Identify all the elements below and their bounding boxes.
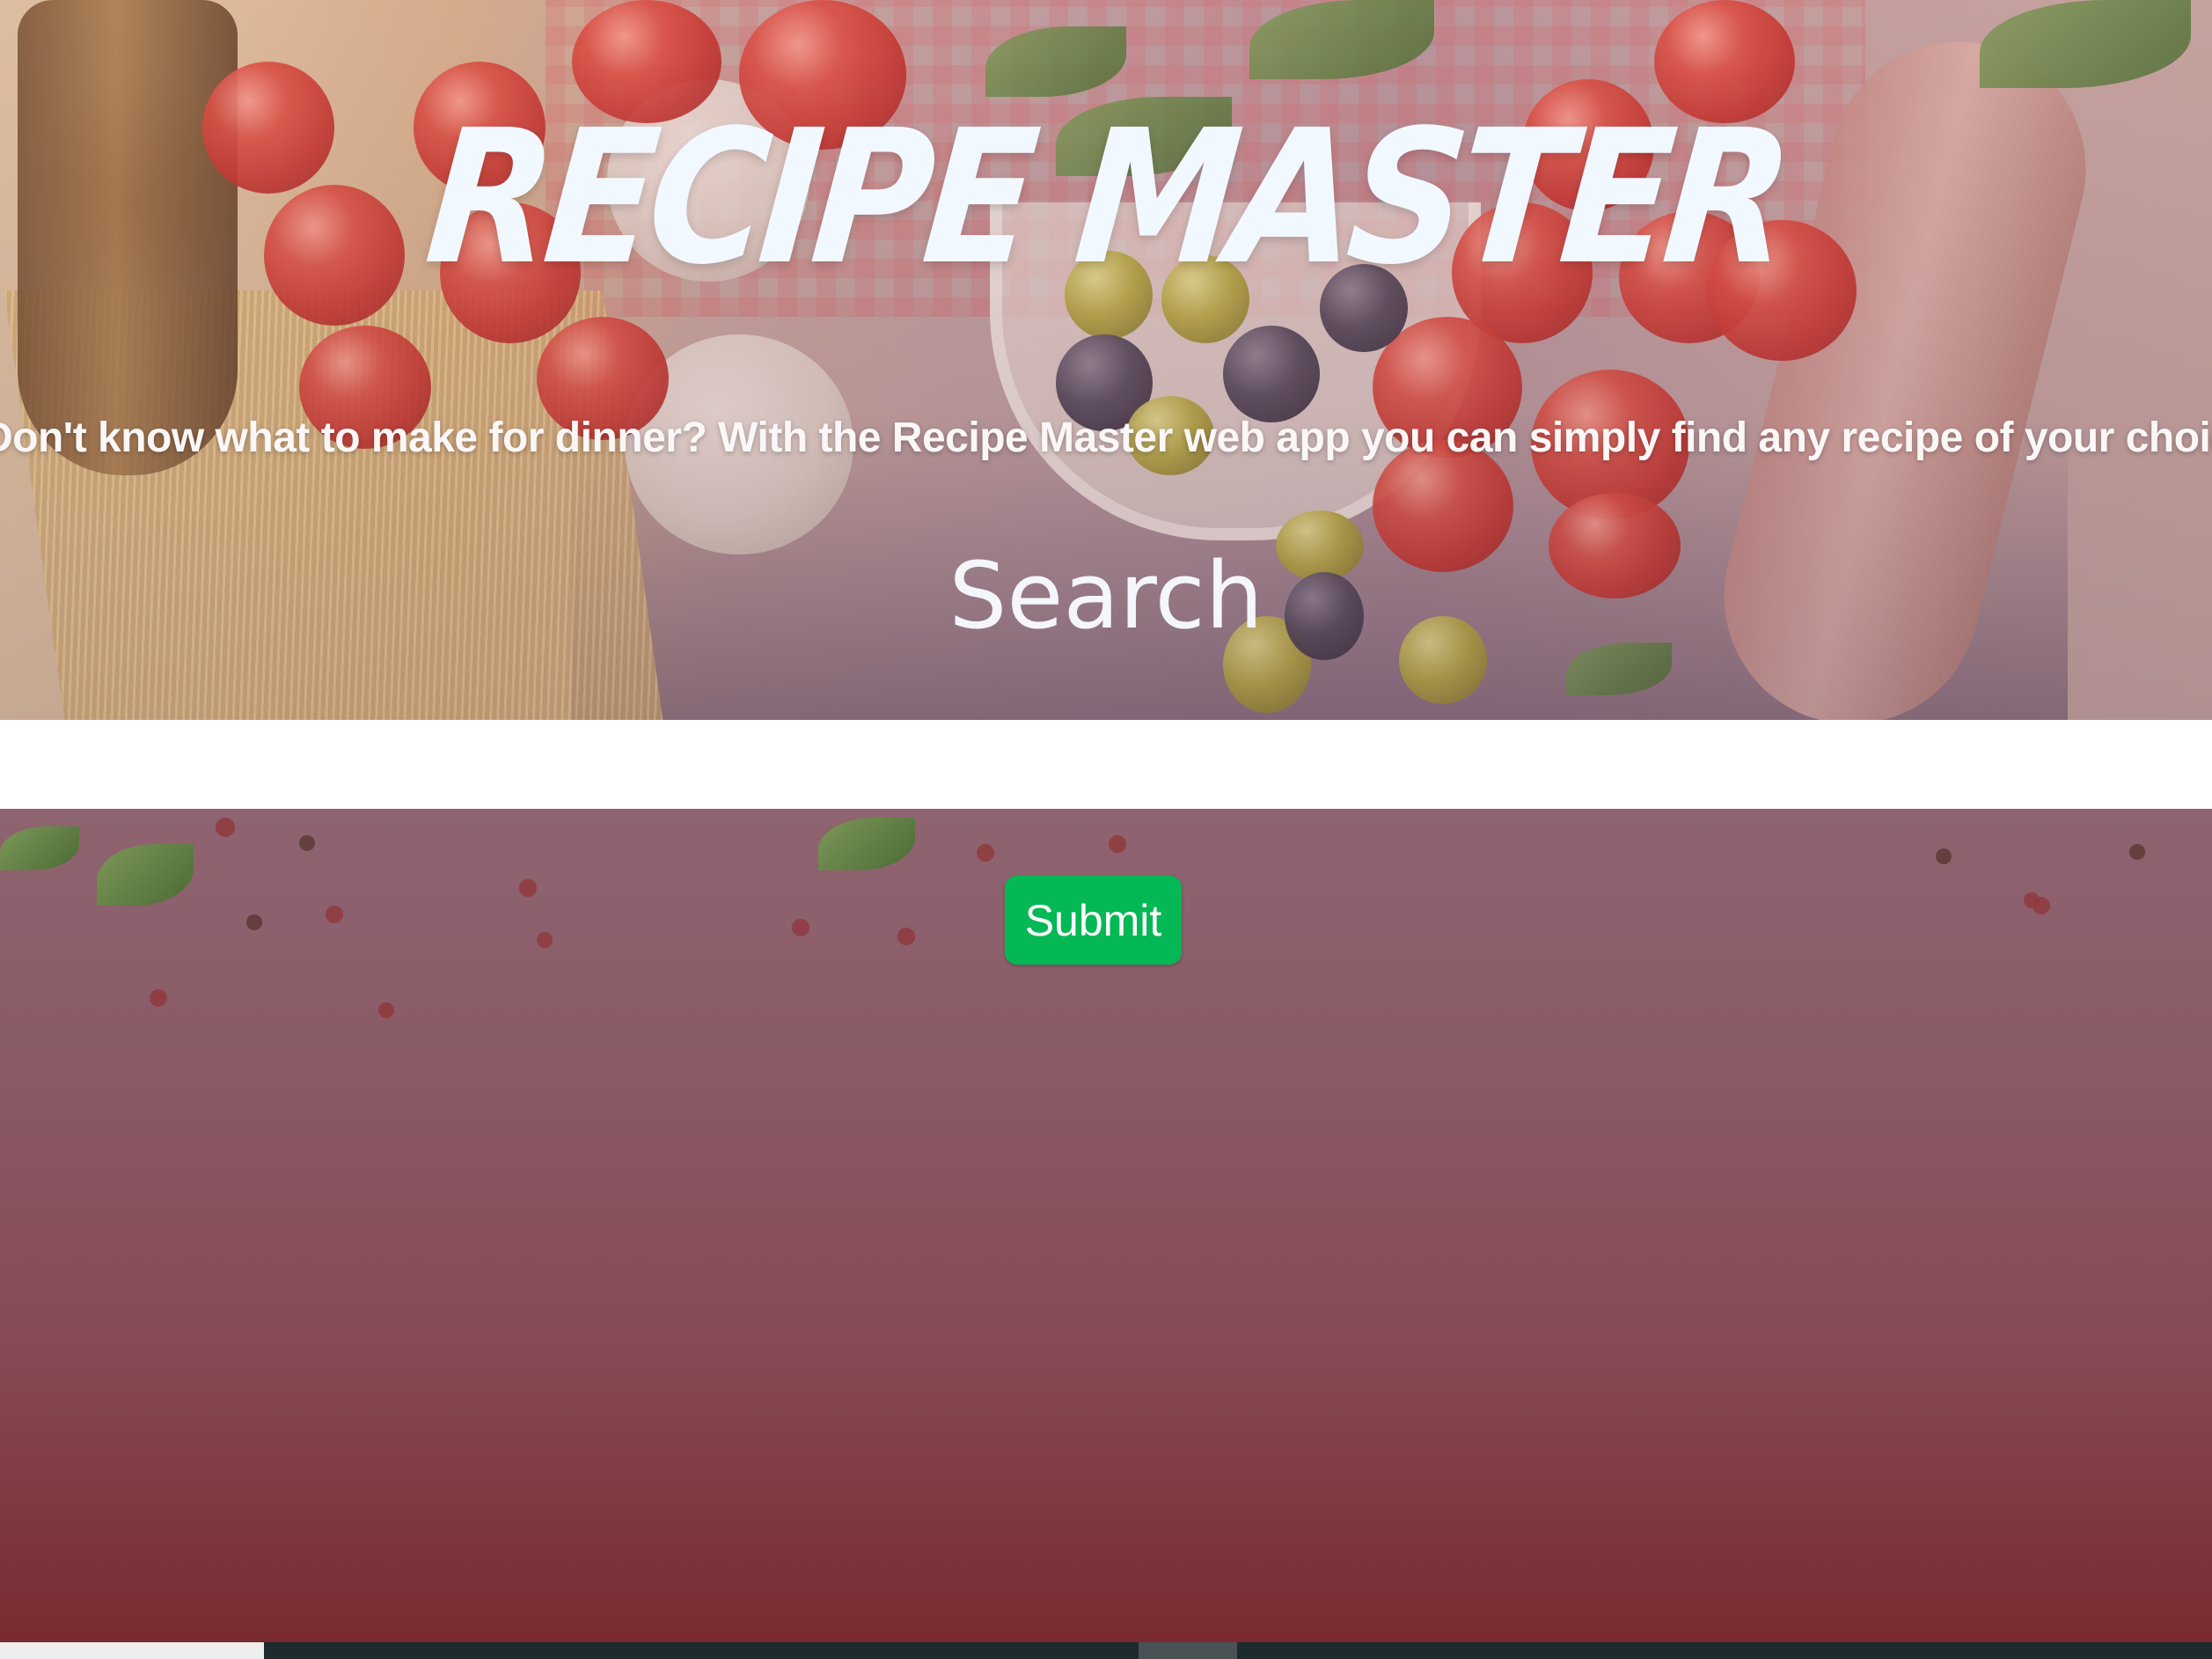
peppercorn-image bbox=[326, 906, 343, 923]
peppercorn-image bbox=[1936, 848, 1952, 864]
peppercorn-image bbox=[299, 835, 315, 851]
peppercorn-image bbox=[378, 1002, 394, 1018]
peppercorn-image bbox=[537, 932, 553, 948]
peppercorn-image bbox=[977, 844, 994, 862]
search-input[interactable] bbox=[0, 720, 2212, 809]
basil-leaf-image bbox=[818, 818, 915, 870]
peppercorn-image bbox=[792, 919, 809, 936]
bottom-bar-segment bbox=[1139, 1642, 1237, 1659]
search-label: Search bbox=[949, 542, 1263, 650]
peppercorn-image bbox=[897, 928, 915, 945]
peppercorn-image bbox=[216, 818, 235, 837]
page: RECIPE MASTER Don't know what to make fo… bbox=[0, 0, 2212, 1659]
submit-button[interactable]: Submit bbox=[1005, 876, 1182, 965]
peppercorn-image bbox=[246, 914, 262, 930]
tagline-text: Don't know what to make for dinner? With… bbox=[0, 415, 2212, 461]
basil-leaf-image bbox=[97, 844, 194, 906]
peppercorn-image bbox=[2129, 844, 2145, 860]
page-title: RECIPE MASTER bbox=[419, 90, 1793, 305]
bottom-bar bbox=[0, 1642, 2212, 1659]
peppercorn-image bbox=[519, 879, 537, 897]
bottom-bar-segment bbox=[0, 1642, 264, 1659]
basil-leaf-image bbox=[0, 826, 79, 870]
peppercorn-image bbox=[150, 989, 167, 1007]
peppercorn-image bbox=[1109, 835, 1126, 853]
peppercorn-image bbox=[2033, 897, 2050, 914]
